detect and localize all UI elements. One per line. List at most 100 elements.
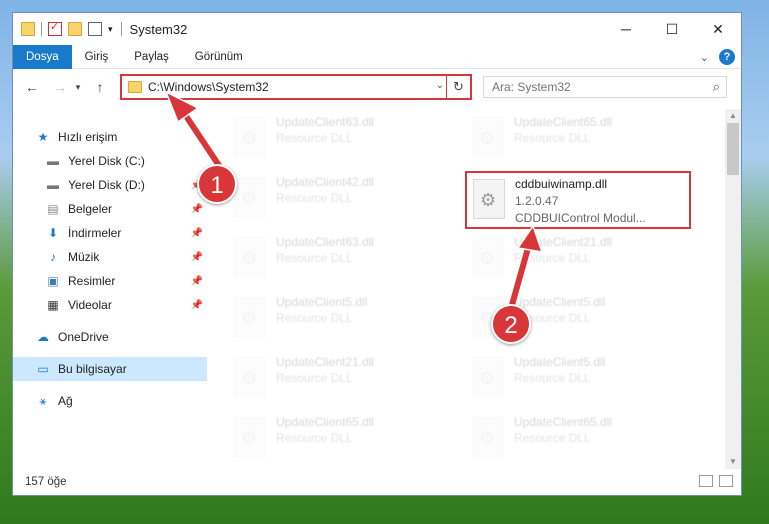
navigation-pane: ★ Hızlı erişim ▬ Yerel Disk (C:) ▬ Yerel… [13,109,207,469]
sidebar-item-music[interactable]: ♪ Müzik 📌 [13,245,207,269]
star-icon: ★ [37,130,49,144]
computer-icon: ▭ [37,362,49,376]
pin-icon[interactable]: 📌 [191,228,203,239]
quick-access-toolbar: ▾ [13,20,113,36]
new-folder-icon[interactable] [68,22,82,36]
highlighted-file[interactable]: ⚙ cddbuiwinamp.dll 1.2.0.47 CDDBUIContro… [465,171,691,229]
list-item[interactable]: ⚙ UpdateClient42.dll Resource DLL [228,173,448,223]
chevron-down-icon[interactable]: ⌄ [436,80,444,91]
chevron-down-icon[interactable]: ⌄ [700,51,709,64]
file-description: Resource DLL [276,311,353,325]
scrollbar-thumb[interactable] [727,123,739,175]
search-input[interactable] [492,80,702,94]
sidebar-item-disk-c[interactable]: ▬ Yerel Disk (C:) [13,149,207,173]
tab-giris[interactable]: Giriş [72,45,122,69]
list-item[interactable]: ⚙ UpdateClient5.dll Resource DLL [466,353,686,403]
tab-paylas[interactable]: Paylaş [121,45,182,69]
pin-icon[interactable]: 📌 [191,300,203,311]
view-switcher [699,475,733,487]
download-icon: ⬇ [47,226,59,240]
ribbon-tabs: Dosya Giriş Paylaş Görünüm ⌄ ? [13,44,741,69]
dll-file-icon: ⚙ [472,417,504,457]
chevron-down-icon[interactable]: ▾ [108,24,113,35]
pin-icon[interactable]: 📌 [191,276,203,287]
tab-dosya[interactable]: Dosya [13,44,72,69]
status-bar: 157 öğe [13,469,741,495]
sidebar-item-downloads[interactable]: ⬇ İndirmeler 📌 [13,221,207,245]
sidebar-item-network[interactable]: ⚹ Ağ [13,389,207,413]
sidebar-item-quick-access[interactable]: ★ Hızlı erişim [13,125,207,149]
video-icon: ▦ [47,298,59,312]
sidebar-item-label: Hızlı erişim [58,130,118,144]
dll-file-icon: ⚙ [472,237,504,277]
scroll-down-icon[interactable]: ▼ [725,455,741,469]
recent-locations-button[interactable]: ▾ [71,76,85,98]
window-controls: ─ ☐ ✕ [603,13,741,45]
music-icon: ♪ [50,250,56,264]
dll-file-icon: ⚙ [473,179,505,219]
sidebar-item-documents[interactable]: ▤ Belgeler 📌 [13,197,207,221]
forward-button[interactable]: → [49,76,71,98]
list-item[interactable]: ⚙ UpdateClient63.dll Resource DLL [228,233,448,283]
list-item[interactable]: ⚙ UpdateClient65.dll Resource DLL [228,413,448,463]
file-name: UpdateClient5.dll [514,295,606,309]
help-icon[interactable]: ? [719,49,735,65]
chevron-down-icon: ▾ [75,81,81,92]
address-bar[interactable]: C:\Windows\System32 ⌄ ↻ [120,74,472,100]
pin-icon[interactable]: 📌 [191,252,203,263]
list-item[interactable]: ⚙ UpdateClient65.dll Resource DLL [466,113,686,163]
large-icons-view-icon[interactable] [719,475,733,487]
sidebar-item-label: İndirmeler [68,226,122,240]
file-list: ⚙ UpdateClient63.dll Resource DLL ⚙ Upda… [208,109,724,469]
file-name: UpdateClient42.dll [276,175,375,189]
dll-file-icon: ⚙ [472,357,504,397]
file-name: UpdateClient65.dll [514,415,613,429]
list-item[interactable]: ⚙ UpdateClient21.dll Resource DLL [228,353,448,403]
tab-gorunum[interactable]: Görünüm [182,45,256,69]
address-path[interactable]: C:\Windows\System32 [148,80,269,94]
file-description: Resource DLL [514,251,591,265]
sidebar-item-disk-d[interactable]: ▬ Yerel Disk (D:) 📌 [13,173,207,197]
scroll-up-icon[interactable]: ▲ [725,109,741,123]
sidebar-item-label: Videolar [68,298,112,312]
separator [120,22,122,36]
search-icon[interactable]: ⌕ [713,79,720,95]
item-count: 157 öğe [25,476,67,488]
properties-icon[interactable] [48,20,62,36]
drive-icon: ▬ [47,154,59,168]
sidebar-item-label: Yerel Disk (C:) [68,154,145,168]
file-name: UpdateClient65.dll [514,115,613,129]
minimize-button[interactable]: ─ [603,13,649,45]
dll-file-icon: ⚙ [234,237,266,277]
file-description: Resource DLL [276,371,353,385]
refresh-button[interactable]: ↻ [446,74,470,100]
list-item[interactable]: ⚙ UpdateClient63.dll Resource DLL [228,113,448,163]
folder-icon [21,22,35,36]
close-button[interactable]: ✕ [695,13,741,45]
customize-toolbar-icon[interactable] [88,22,102,36]
folder-icon [128,81,142,93]
pin-icon[interactable]: 📌 [191,204,203,215]
file-name: cddbuiwinamp.dll [515,177,608,191]
file-name: UpdateClient63.dll [276,235,375,249]
sidebar-item-this-pc[interactable]: ▭ Bu bilgisayar [13,357,207,381]
sidebar-item-pictures[interactable]: ▣ Resimler 📌 [13,269,207,293]
arrow-left-icon: ← [25,79,39,95]
ribbon-right-controls: ⌄ ? [700,49,735,65]
vertical-scrollbar[interactable]: ▲ ▼ [725,109,741,469]
search-box[interactable]: ⌕ [483,76,727,98]
list-item[interactable]: ⚙ UpdateClient65.dll Resource DLL [466,413,686,463]
sidebar-item-onedrive[interactable]: ☁ OneDrive [13,325,207,349]
maximize-button[interactable]: ☐ [649,13,695,45]
drive-icon: ▬ [47,178,59,192]
back-button[interactable]: ← [21,76,43,98]
callout-1: 1 [197,164,237,204]
sidebar-item-videos[interactable]: ▦ Videolar 📌 [13,293,207,317]
sidebar-item-label: OneDrive [58,330,109,344]
up-button[interactable]: ↑ [89,76,111,98]
arrow-right-icon: → [53,79,67,95]
list-item[interactable]: ⚙ UpdateClient5.dll Resource DLL [228,293,448,343]
details-view-icon[interactable] [699,475,713,487]
list-item[interactable]: ⚙ UpdateClient21.dll Resource DLL [466,233,686,283]
file-description: Resource DLL [276,191,353,205]
